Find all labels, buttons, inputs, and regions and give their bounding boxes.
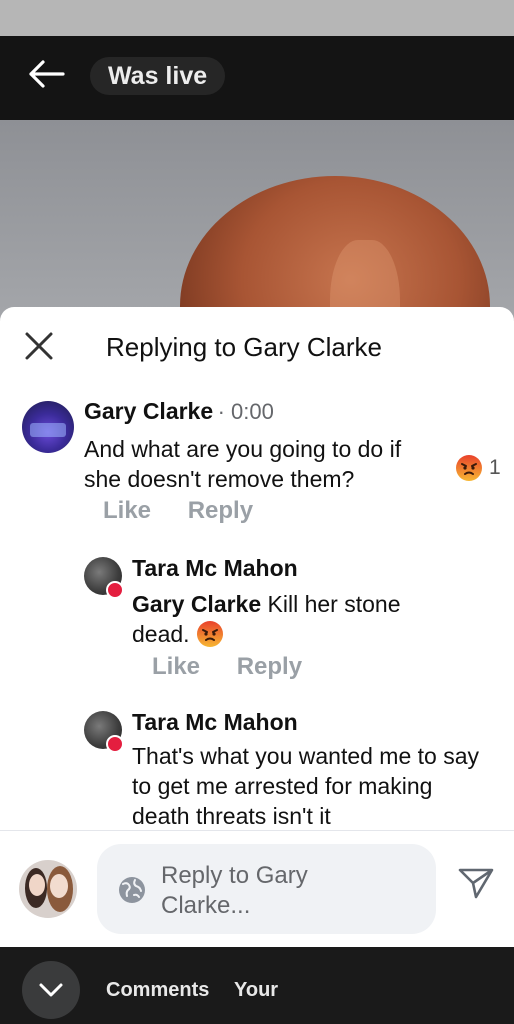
reply-button[interactable]: Reply [237, 653, 302, 680]
live-badge-icon [106, 581, 124, 599]
comment-actions: Like Reply [152, 653, 332, 681]
video-frame[interactable] [0, 120, 514, 320]
angry-emoji-icon [196, 621, 223, 647]
tab-your[interactable]: Your [234, 979, 278, 1002]
mention-link[interactable]: Gary Clarke [132, 591, 261, 617]
reaction-summary[interactable]: 1 [455, 454, 501, 482]
send-button[interactable] [454, 863, 498, 903]
send-icon [458, 868, 494, 899]
comment-author[interactable]: Gary Clarke [84, 398, 213, 424]
collapse-button[interactable] [22, 961, 80, 1019]
live-badge-icon [106, 735, 124, 753]
user-avatar[interactable] [19, 860, 77, 918]
comment-gary: Gary Clarke · 0:00 And what are you goin… [0, 395, 514, 525]
globe-icon [119, 877, 145, 903]
comment-tara-2: Tara Mc Mahon That's what you wanted me … [0, 706, 514, 830]
reply-button[interactable]: Reply [188, 497, 253, 524]
reply-placeholder: Reply to Gary Clarke... [161, 862, 308, 919]
reply-composer: Reply to Gary Clarke... [0, 830, 514, 948]
was-live-label: Was live [90, 57, 226, 95]
like-button[interactable]: Like [152, 653, 200, 680]
angry-emoji-icon [456, 455, 482, 481]
close-icon [25, 332, 53, 360]
status-strip [0, 0, 514, 36]
reaction-count: 1 [489, 456, 501, 479]
comment-text: That's what you wanted me to say to get … [132, 743, 480, 829]
like-button[interactable]: Like [103, 497, 151, 524]
comment-time: · 0:00 [217, 399, 274, 424]
avatar[interactable] [22, 401, 74, 453]
reply-input[interactable]: Reply to Gary Clarke... [97, 844, 436, 934]
comment-text: Gary Clarke Kill her stone dead. [132, 591, 401, 647]
sheet-title: Replying to Gary Clarke [106, 332, 382, 362]
bottom-bar: Comments Your [0, 947, 514, 1024]
top-bar: Was live [0, 36, 514, 120]
comment-author[interactable]: Tara Mc Mahon [132, 709, 298, 736]
comment-author[interactable]: Tara Mc Mahon [132, 555, 298, 582]
back-button[interactable] [24, 54, 68, 94]
chevron-down-icon [39, 983, 63, 997]
comment-actions: Like Reply [103, 497, 283, 525]
tab-comments[interactable]: Comments [106, 979, 209, 1002]
close-button[interactable] [22, 329, 56, 363]
comment-tara-1: Tara Mc Mahon Gary Clarke Kill her stone… [0, 552, 514, 687]
comment-text: And what are you going to do if she does… [84, 436, 402, 492]
back-arrow-icon [29, 60, 65, 88]
sheet-header: Replying to Gary Clarke [0, 307, 514, 389]
